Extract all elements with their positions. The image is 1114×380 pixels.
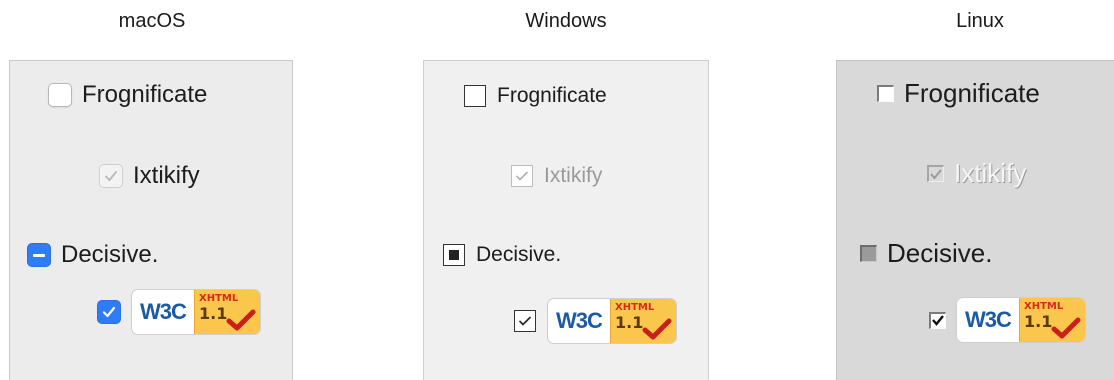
frognificate-label: Frognificate [497,84,607,107]
frognificate-checkbox[interactable]: Frognificate [464,84,607,108]
xhtml-badge-checkbox[interactable]: W3C XHTML 1.1 [97,289,261,335]
checkmark-icon [929,311,946,329]
w3c-xhtml-badge: W3C XHTML 1.1 [547,298,677,344]
checkmark-icon [511,165,533,187]
w3c-xhtml-badge: W3C XHTML 1.1 [956,297,1086,343]
partial-check-icon [27,243,51,267]
checkmark-icon [97,300,121,324]
linux-panel: Frognificate Ixtikify Decisive. W3C XHTM… [836,60,1114,380]
checkbox-unchecked-icon [877,85,894,102]
xhtml-version-tag: XHTML 1.1 [610,299,676,343]
decisive-checkbox[interactable]: Decisive. [27,241,158,269]
w3c-xhtml-badge: W3C XHTML 1.1 [131,289,261,335]
frognificate-checkbox[interactable]: Frognificate [877,78,1040,109]
decisive-checkbox[interactable]: Decisive. [443,243,561,267]
xhtml-version-tag: XHTML 1.1 [1019,298,1085,342]
ixtikify-label: Ixtikify [133,162,200,189]
frognificate-label: Frognificate [82,81,208,108]
decisive-label: Decisive. [61,241,159,268]
validation-check-icon [226,309,256,331]
w3c-logo-text: W3C [140,299,187,324]
macos-title: macOS [118,10,186,32]
checkbox-unchecked-icon [48,83,72,107]
ixtikify-checkbox: Ixtikify [99,162,200,190]
linux-title: Linux [956,10,1004,32]
partial-check-icon [443,244,465,266]
checkmark-icon [927,165,944,182]
w3c-logo-text: W3C [556,308,603,333]
xhtml-badge-checkbox[interactable]: W3C XHTML 1.1 [514,298,677,344]
ixtikify-label: Ixtikify [544,164,603,187]
validation-check-icon [1051,317,1081,339]
checkmark-icon [99,164,123,188]
decisive-checkbox[interactable]: Decisive. [860,238,992,269]
frognificate-label: Frognificate [904,78,1040,108]
frognificate-checkbox[interactable]: Frognificate [48,81,207,109]
checkbox-unchecked-icon [464,85,486,107]
checkmark-icon [514,310,536,332]
ixtikify-checkbox: Ixtikify [927,158,1026,189]
windows-panel: Frognificate Ixtikify Decisive. W3C XHTM… [423,60,709,380]
xhtml-badge-checkbox[interactable]: W3C XHTML 1.1 [929,297,1086,343]
validation-check-icon [642,318,672,340]
ixtikify-checkbox: Ixtikify [511,164,602,188]
xhtml-version-tag: XHTML 1.1 [194,290,260,334]
partial-check-icon [860,245,877,262]
windows-title: Windows [525,10,607,32]
decisive-label: Decisive. [476,243,562,266]
ixtikify-label: Ixtikify [954,158,1027,188]
w3c-logo-text: W3C [965,307,1012,332]
decisive-label: Decisive. [887,238,993,268]
macos-panel: Frognificate Ixtikify Decisive. W3C XHTM… [9,60,293,380]
